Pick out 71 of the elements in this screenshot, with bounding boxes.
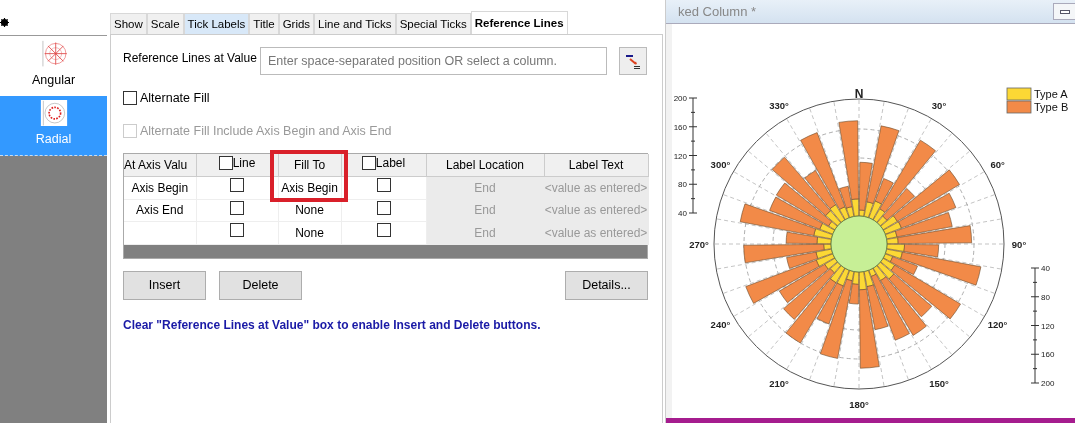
- direction-label: 180°: [849, 399, 869, 410]
- scale-label: 200: [673, 94, 687, 103]
- checkbox[interactable]: [230, 200, 244, 215]
- direction-label: N: [854, 87, 864, 101]
- tab[interactable]: Tick Labels: [183, 13, 250, 34]
- scale-label: 200: [1041, 379, 1055, 388]
- direction-label: 60°: [990, 159, 1005, 170]
- legend-label: Type B: [1034, 101, 1069, 113]
- tab[interactable]: Special Ticks: [395, 13, 471, 34]
- table-cell: <value as entered>: [544, 180, 648, 195]
- minimize-icon: [1060, 9, 1070, 14]
- scale-label: 40: [678, 209, 687, 218]
- checkbox[interactable]: [376, 178, 391, 193]
- direction-label: 240°: [710, 319, 731, 330]
- tab[interactable]: Title: [249, 13, 279, 34]
- checkbox[interactable]: [376, 223, 391, 238]
- field-label: Reference Lines at Value: [123, 50, 258, 67]
- checkbox[interactable]: [361, 156, 376, 171]
- sidebar-item[interactable]: Angular: [0, 36, 107, 96]
- column-header[interactable]: Label: [341, 153, 426, 177]
- tab[interactable]: Line and Ticks: [314, 13, 396, 34]
- table-cell: End: [474, 180, 496, 195]
- table-cell: <value as entered>: [544, 225, 648, 240]
- direction-label: 30°: [931, 100, 947, 112]
- scale-label: 160: [1041, 350, 1055, 360]
- column-header[interactable]: Label Location: [426, 153, 544, 177]
- direction-label: 90°: [1011, 239, 1027, 250]
- delete-button[interactable]: Delete: [219, 270, 302, 300]
- scale-label: 80: [678, 180, 687, 190]
- column-header[interactable]: Label Text: [544, 153, 648, 177]
- reference-value-field[interactable]: Enter space-separated position OR select a column.: [260, 47, 607, 75]
- scale-label: 40: [1041, 264, 1050, 273]
- table-cell: None: [295, 203, 324, 218]
- select-column-button[interactable]: [619, 47, 647, 75]
- minimize-button[interactable]: [1053, 3, 1075, 20]
- column-header[interactable]: At Axis Valu: [124, 153, 196, 177]
- tab[interactable]: Reference Lines: [470, 11, 568, 34]
- insert-button[interactable]: Insert: [123, 270, 206, 300]
- table-cell: Axis Begin: [131, 180, 189, 195]
- scale-label: 120: [1041, 321, 1055, 331]
- scale-label: 80: [1041, 292, 1050, 302]
- column-header[interactable]: Line: [196, 153, 278, 177]
- window-title: ked Column *: [678, 2, 757, 21]
- center-circle: [830, 215, 888, 273]
- table-cell: None: [295, 225, 324, 240]
- direction-label: 300°: [710, 159, 731, 170]
- settings-icon[interactable]: [0, 15, 9, 29]
- checkbox[interactable]: [230, 178, 244, 193]
- scale-label: 120: [673, 151, 687, 161]
- table-cell: Axis Begin: [281, 180, 338, 195]
- table-cell: Axis End: [136, 203, 184, 218]
- column-picker-icon: [625, 53, 641, 69]
- tab[interactable]: Scale: [146, 13, 184, 34]
- table-cell: End: [474, 203, 496, 218]
- scale-label: 160: [673, 122, 687, 132]
- direction-label: 330°: [769, 100, 789, 112]
- checkbox[interactable]: [218, 156, 233, 171]
- checkbox[interactable]: [376, 200, 391, 215]
- hint-text: Clear "Reference Lines at Value" box to enable Insert and Delete buttons.: [123, 316, 541, 334]
- option-checkbox[interactable]: Alternate Fill: [123, 89, 210, 108]
- table-cell: <value as entered>: [544, 203, 648, 218]
- checkbox[interactable]: [230, 223, 244, 238]
- legend-label: Type A: [1034, 88, 1068, 100]
- direction-label: 270°: [689, 239, 709, 250]
- table-cell: End: [474, 225, 496, 240]
- details-button[interactable]: Details...: [565, 270, 648, 300]
- tab[interactable]: Show: [110, 13, 147, 34]
- direction-label: 210°: [769, 377, 789, 389]
- tab[interactable]: Grids: [278, 13, 315, 34]
- direction-label: 150°: [929, 377, 949, 389]
- direction-label: 120°: [987, 319, 1008, 330]
